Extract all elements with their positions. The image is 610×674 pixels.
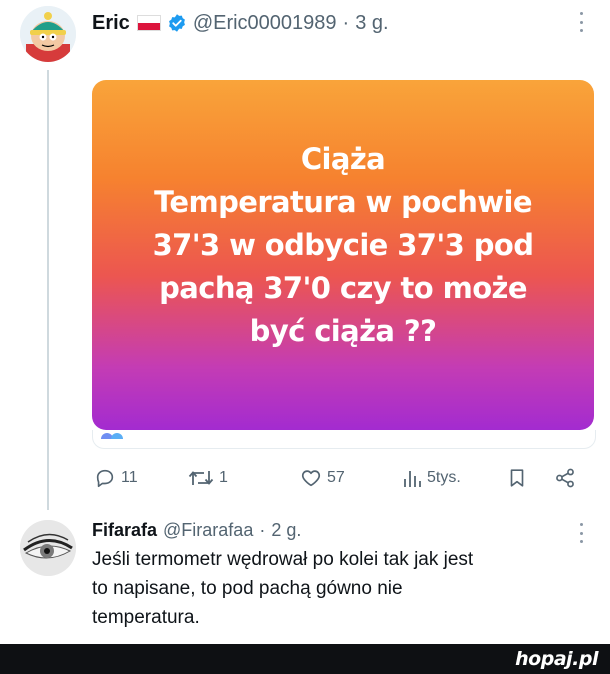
dot-separator: ·: [259, 519, 266, 540]
tweet-time[interactable]: 3 g.: [355, 12, 388, 35]
reply-author-name[interactable]: Fifarafa: [92, 520, 157, 541]
reply-time[interactable]: 2 g.: [271, 520, 301, 541]
image-text-line: być ciąża ??: [249, 314, 437, 348]
poland-flag-icon: [136, 15, 161, 31]
more-options-icon[interactable]: [578, 12, 584, 32]
views-count: 5tys.: [427, 469, 461, 486]
image-text-line: Ciąża: [300, 142, 386, 176]
like-count: 57: [327, 469, 345, 486]
image-text-line: 37'3 w odbycie 37'3 pod: [152, 228, 534, 262]
heart-icon: [301, 470, 321, 487]
share-button[interactable]: [554, 463, 576, 493]
reply-button[interactable]: 11: [94, 463, 138, 493]
reply-text-line: temperatura.: [92, 607, 200, 628]
image-text: Ciąża Temperatura w pochwie 37'3 w odbyc…: [92, 138, 594, 353]
reply-text: Jeśli termometr wędrował po kolei tak ja…: [92, 545, 592, 632]
author-name[interactable]: Eric: [92, 12, 130, 35]
image-text-line: pachą 37'0 czy to może: [159, 271, 527, 305]
views-button[interactable]: 5tys.: [402, 463, 461, 493]
more-options-icon[interactable]: [578, 523, 584, 543]
tweet-header: Eric @Eric00001989 · 3 g.: [92, 8, 389, 38]
tweet-image[interactable]: Ciąża Temperatura w pochwie 37'3 w odbyc…: [92, 80, 594, 430]
reply-author-handle[interactable]: @Firarafaa: [163, 520, 253, 541]
thread-connector-line: [47, 70, 49, 510]
reply-icon: [96, 469, 114, 488]
reply-text-line: to napisane, to pod pachą gówno nie: [92, 578, 403, 599]
verified-badge-icon[interactable]: [167, 13, 187, 33]
author-handle[interactable]: @Eric00001989: [193, 12, 337, 35]
image-text-line: Temperatura w pochwie: [154, 185, 532, 219]
reaction-love-icon: [111, 433, 123, 439]
reply-header: Fifarafa @Firarafaa · 2 g.: [92, 517, 301, 543]
reply-text-line: Jeśli termometr wędrował po kolei tak ja…: [92, 549, 474, 570]
retweet-count: 1: [219, 469, 228, 486]
tweet-actions-bar: 11 1 57 5tys.: [92, 463, 594, 493]
eye-avatar-icon: [20, 520, 76, 576]
brand-logo[interactable]: hopaj.pl: [515, 648, 598, 670]
retweet-icon: [188, 471, 214, 485]
site-footer-bar: hopaj.pl: [0, 644, 610, 674]
views-chart-icon: [404, 471, 421, 487]
like-button[interactable]: 57: [300, 463, 345, 493]
reply-count: 11: [121, 469, 138, 486]
fifarafa-avatar[interactable]: [20, 520, 76, 576]
image-footer-strip: [92, 430, 596, 449]
dot-separator: ·: [342, 11, 350, 34]
cartoon-avatar-icon: [20, 6, 76, 62]
bookmark-button[interactable]: [506, 463, 528, 493]
eric-avatar[interactable]: [20, 6, 76, 62]
share-icon: [556, 468, 574, 488]
bookmark-icon: [510, 469, 524, 487]
retweet-button[interactable]: 1: [188, 463, 228, 493]
